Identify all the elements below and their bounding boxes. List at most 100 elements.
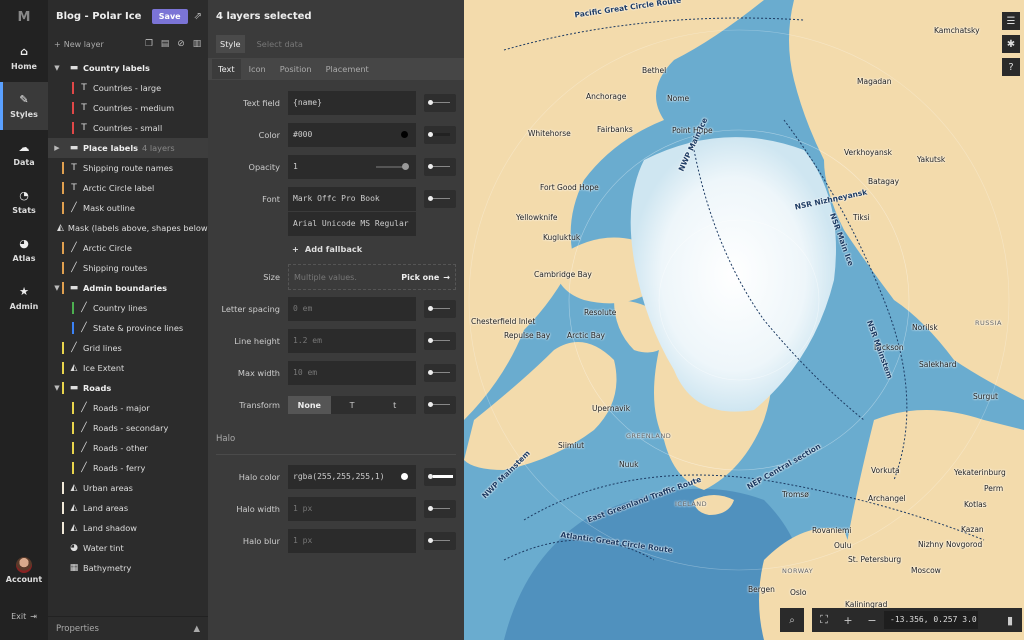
letter-spacing-input[interactable]: 0 em — [288, 297, 416, 321]
halo-color-swatch[interactable] — [401, 473, 408, 480]
layer-row[interactable]: ◭Land areas — [48, 498, 208, 518]
layer-row[interactable]: ╱Roads - other — [48, 438, 208, 458]
tab-select-data[interactable]: Select data — [257, 39, 303, 49]
chevron-down-icon[interactable]: ▼ — [52, 284, 62, 292]
trash-icon[interactable]: ▥ — [192, 39, 202, 49]
layer-row[interactable]: ◭Mask (labels above, shapes below) — [48, 218, 208, 238]
zoom-out-icon[interactable]: − — [860, 608, 884, 632]
tab-style[interactable]: Style — [216, 35, 245, 53]
tab-placement[interactable]: Placement — [320, 59, 375, 79]
line-height-input[interactable]: 1.2 em — [288, 329, 416, 353]
transform-none-option[interactable]: None — [288, 396, 331, 414]
layer-row[interactable]: ╱Roads - ferry — [48, 458, 208, 478]
halo-width-input[interactable]: 1 px — [288, 497, 416, 521]
exit-button[interactable]: Exit ⇥ — [0, 606, 48, 626]
max-width-zoom-toggle[interactable] — [424, 364, 456, 382]
layer-row[interactable]: ◕Water tint — [48, 538, 208, 558]
map-region-label: GREENLAND — [626, 432, 671, 440]
bug-icon[interactable]: ✱ — [1002, 35, 1020, 53]
halo-color-zoom-toggle[interactable] — [424, 468, 456, 486]
layer-row[interactable]: ╱Mask outline — [48, 198, 208, 218]
layer-group-row[interactable]: ▶▬Place labels4 layers — [48, 138, 208, 158]
pick-one-button[interactable]: Pick one → — [401, 273, 450, 282]
map-canvas[interactable]: Kamchatsky Bethel Nome Anchorage Whiteho… — [464, 0, 1024, 640]
external-link-icon[interactable]: ⇗ — [194, 11, 202, 22]
layer-row[interactable]: TCountries - large — [48, 78, 208, 98]
transform-uppercase-option[interactable]: T — [331, 396, 374, 414]
layer-color-bar — [62, 202, 64, 214]
map-label: Oulu — [834, 541, 852, 550]
opacity-zoom-toggle[interactable] — [424, 158, 456, 176]
layer-row[interactable]: TCountries - medium — [48, 98, 208, 118]
hide-icon[interactable]: ⊘ — [176, 39, 186, 49]
max-width-input[interactable]: 10 em — [288, 361, 416, 385]
layer-row[interactable]: ▦Bathymetry — [48, 558, 208, 578]
chevron-right-icon[interactable]: ▶ — [52, 144, 62, 152]
layer-row[interactable]: ╱Arctic Circle — [48, 238, 208, 258]
layer-row[interactable]: ╱Grid lines — [48, 338, 208, 358]
layer-row[interactable]: ╱Country lines — [48, 298, 208, 318]
layer-group-row[interactable]: ▼▬Admin boundaries — [48, 278, 208, 298]
layer-row[interactable]: TArctic Circle label — [48, 178, 208, 198]
nav-account[interactable]: Account — [0, 557, 48, 593]
nav-admin[interactable]: ★ Admin — [0, 274, 48, 322]
text-layer-icon: T — [79, 103, 89, 113]
nav-data[interactable]: ☁ Data — [0, 130, 48, 178]
nav-styles[interactable]: ✎ Styles — [0, 82, 48, 130]
chevron-down-icon[interactable]: ▼ — [52, 64, 62, 72]
halo-blur-input[interactable]: 1 px — [288, 529, 416, 553]
zoom-in-icon[interactable]: + — [836, 608, 860, 632]
layer-row[interactable]: TCountries - small — [48, 118, 208, 138]
fit-bounds-icon[interactable]: ⛶ — [812, 608, 836, 632]
font-zoom-toggle[interactable] — [424, 190, 456, 208]
letter-spacing-zoom-toggle[interactable] — [424, 300, 456, 318]
tab-text[interactable]: Text — [212, 59, 241, 79]
layer-label: Roads - major — [93, 403, 150, 413]
layer-label: Shipping route names — [83, 163, 173, 173]
text-field-zoom-toggle[interactable] — [424, 94, 456, 112]
save-button[interactable]: Save — [152, 9, 188, 24]
layer-row[interactable]: TShipping route names — [48, 158, 208, 178]
properties-bar[interactable]: Properties ▲ — [48, 616, 208, 640]
help-icon[interactable]: ? — [1002, 58, 1020, 76]
line-layer-icon: ╱ — [79, 423, 89, 433]
line-height-zoom-toggle[interactable] — [424, 332, 456, 350]
nav-atlas[interactable]: ◕ Atlas — [0, 226, 48, 274]
color-zoom-toggle[interactable] — [424, 126, 456, 144]
chevron-down-icon[interactable]: ▼ — [52, 384, 62, 392]
map-list-icon[interactable]: ☰ — [1002, 12, 1020, 30]
new-layer-button[interactable]: + New layer — [54, 40, 138, 49]
layer-row[interactable]: ╱Roads - major — [48, 398, 208, 418]
tab-position[interactable]: Position — [274, 59, 318, 79]
bookmark-icon[interactable]: ▮ — [998, 608, 1022, 632]
halo-blur-zoom-toggle[interactable] — [424, 532, 456, 550]
halo-color-input[interactable]: rgba(255,255,255,1) — [288, 465, 416, 489]
font-fallback-select[interactable]: Arial Unicode MS Regular — [288, 212, 416, 236]
color-input[interactable]: #000 — [288, 123, 416, 147]
transform-zoom-toggle[interactable] — [424, 396, 456, 414]
nav-stats[interactable]: ◔ Stats — [0, 178, 48, 226]
layer-label: Shipping routes — [83, 263, 147, 273]
layer-row[interactable]: ╱Roads - secondary — [48, 418, 208, 438]
layer-row[interactable]: ◭Ice Extent — [48, 358, 208, 378]
duplicate-icon[interactable]: ❐ — [144, 39, 154, 49]
layer-row[interactable]: ╱State & province lines — [48, 318, 208, 338]
group-icon[interactable]: ▤ — [160, 39, 170, 49]
halo-width-zoom-toggle[interactable] — [424, 500, 456, 518]
tab-icon[interactable]: Icon — [243, 59, 272, 79]
add-fallback-button[interactable]: + Add fallback — [292, 242, 362, 256]
nav-home[interactable]: ⌂ Home — [0, 34, 48, 82]
font-primary-select[interactable]: Mark Offc Pro Book — [288, 187, 416, 211]
layer-row[interactable]: ╱Shipping routes — [48, 258, 208, 278]
layer-row[interactable]: ◭Urban areas — [48, 478, 208, 498]
opacity-slider[interactable] — [376, 166, 406, 168]
opacity-input[interactable]: 1 — [288, 155, 416, 179]
layer-group-row[interactable]: ▼▬Roads — [48, 378, 208, 398]
color-swatch[interactable] — [401, 131, 408, 138]
layer-row[interactable]: ◭Land shadow — [48, 518, 208, 538]
text-field-input[interactable]: {name} — [288, 91, 416, 115]
transform-lowercase-option[interactable]: t — [373, 396, 416, 414]
layer-group-row[interactable]: ▼▬Country labels — [48, 58, 208, 78]
map-search-icon[interactable]: ⌕ — [780, 608, 804, 632]
color-row: Color #000 — [208, 123, 464, 147]
